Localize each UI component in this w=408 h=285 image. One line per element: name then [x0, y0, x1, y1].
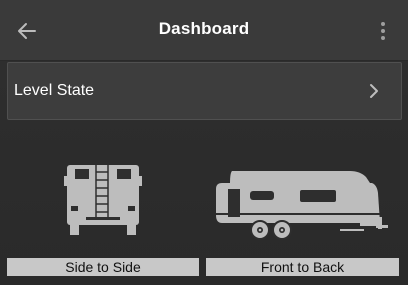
- page-title: Dashboard: [158, 19, 250, 38]
- overflow-menu-button[interactable]: [376, 18, 390, 44]
- front-to-back-button[interactable]: Front to Back: [206, 258, 399, 276]
- travel-trailer-side-view-image[interactable]: [210, 163, 392, 245]
- side-to-side-button[interactable]: Side to Side: [7, 258, 199, 276]
- camper-rear-view-image[interactable]: [62, 158, 144, 240]
- dashboard-screen: Dashboard Level State Side to Side Front…: [0, 0, 408, 285]
- overflow-menu-icon: [381, 22, 385, 40]
- level-state-label: Level State: [14, 82, 95, 99]
- top-app-bar: Dashboard: [0, 0, 408, 60]
- level-state-row[interactable]: Level State: [7, 62, 402, 120]
- chevron-right-icon: [370, 84, 378, 98]
